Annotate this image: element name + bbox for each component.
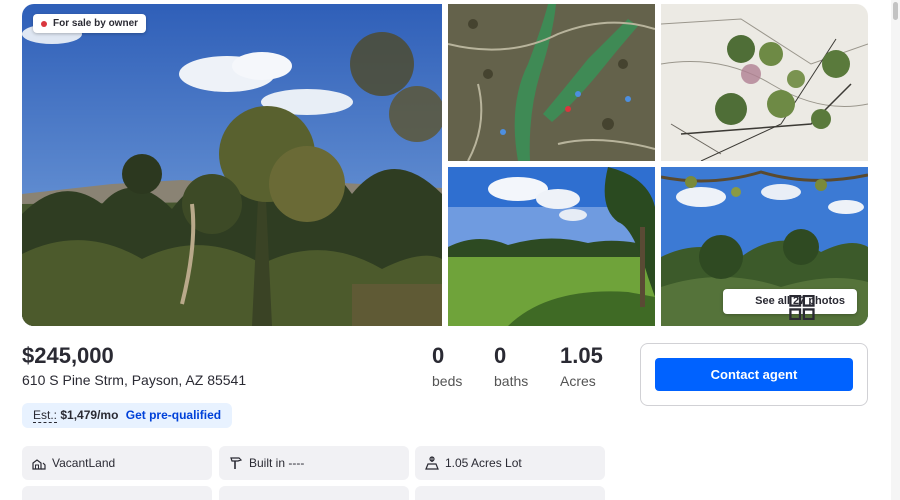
acres-value: 1.05 — [560, 343, 603, 368]
site-plan-photo[interactable] — [661, 4, 868, 161]
contact-card: Contact agent — [640, 343, 868, 406]
fact-row-2-item-2 — [219, 486, 409, 500]
trees-photo[interactable]: See all 27 photos — [661, 167, 868, 326]
baths-value: 0 — [494, 343, 507, 368]
fact-property-type-label: VacantLand — [52, 456, 116, 470]
grid-icon — [789, 295, 815, 320]
lot-icon — [425, 456, 439, 470]
acres-label: Acres — [560, 373, 596, 389]
acres-stat: 1.05 Acres — [560, 343, 603, 389]
page-scrollbar[interactable] — [891, 0, 900, 500]
baths-stat: 0 baths — [494, 343, 528, 389]
land-icon — [32, 459, 46, 470]
golf-course-image — [448, 167, 655, 326]
scrollbar-thumb[interactable] — [893, 2, 898, 20]
contact-agent-button[interactable]: Contact agent — [655, 358, 853, 391]
hammer-icon — [230, 457, 243, 469]
fact-row-2-item-3 — [415, 486, 605, 500]
status-dot-icon — [41, 21, 47, 27]
beds-stat: 0 beds — [432, 343, 462, 389]
fact-year-built-label: Built in ---- — [249, 456, 305, 470]
estimate-value: $1,479/mo — [60, 408, 119, 422]
get-prequalified-link[interactable]: Get pre-qualified — [126, 408, 221, 422]
beds-label: beds — [432, 373, 463, 389]
site-plan-image — [661, 4, 868, 161]
listing-price: $245,000 — [22, 343, 114, 368]
photo-gallery: For sale by owner See all 27 photos — [22, 4, 868, 326]
beds-value: 0 — [432, 343, 445, 368]
baths-label: baths — [494, 373, 529, 389]
satellite-photo[interactable] — [448, 4, 655, 161]
listing-address: 610 S Pine Strm, Payson, AZ 85541 — [22, 372, 247, 388]
fact-property-type: VacantLand — [22, 446, 212, 480]
satellite-photo-image — [448, 4, 655, 161]
fact-row-2-item-1 — [22, 486, 212, 500]
main-photo-image — [22, 4, 442, 326]
fact-year-built: Built in ---- — [219, 446, 409, 480]
estimate-label[interactable]: Est.: — [33, 408, 58, 423]
fact-lot-size: 1.05 Acres Lot — [415, 446, 605, 480]
main-photo[interactable]: For sale by owner — [22, 4, 442, 326]
golf-course-photo[interactable] — [448, 167, 655, 326]
fact-lot-size-label: 1.05 Acres Lot — [445, 456, 522, 470]
for-sale-badge-label: For sale by owner — [53, 18, 139, 29]
see-all-photos-button[interactable]: See all 27 photos — [723, 289, 857, 320]
estimated-payment: Est.: $1,479/mo Get pre-qualified — [22, 403, 233, 428]
for-sale-badge: For sale by owner — [33, 14, 147, 33]
